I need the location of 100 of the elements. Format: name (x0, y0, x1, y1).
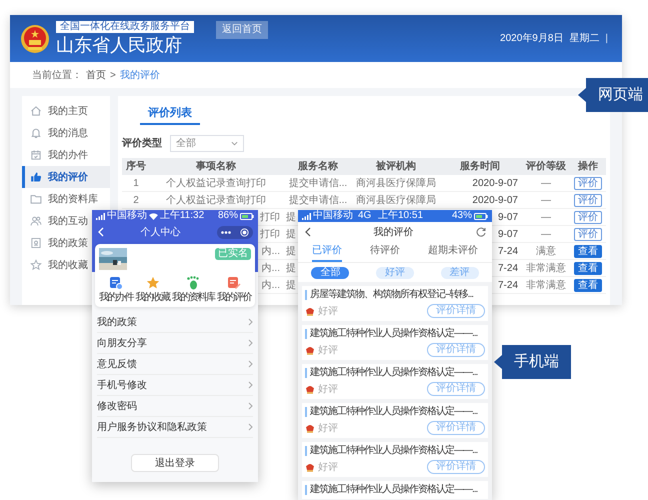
battery-text: 86% (218, 210, 238, 222)
review-card[interactable]: 建筑施工特种作业人员操作资格认定——... 好评 评价详情 (302, 442, 488, 477)
review-card[interactable]: 房屋等建筑物、构筑物所有权登记--转移... 好评 评价详情 (302, 286, 488, 321)
action-button[interactable]: 评价 (574, 176, 602, 190)
target-icon (240, 228, 249, 236)
menu-item[interactable]: 用户服务协议和隐私政策 (97, 417, 253, 438)
table-cell-text: 内... (262, 244, 280, 258)
shortcut-button[interactable]: 我的资料库 (172, 276, 214, 303)
emblem-icon (305, 346, 315, 354)
table-cell-text: 9-07 (498, 228, 518, 242)
review-card[interactable]: 建筑施工特种作业人员操作资格认定——... 好评 评价详情 (302, 403, 488, 438)
date-text: 2020年9月8日 (500, 32, 564, 46)
action-button[interactable]: 评价 (574, 228, 602, 240)
review-card[interactable]: 建筑施工特种作业人员操作资格认定——... 好评 评价详情 (302, 364, 488, 399)
screen-title: 个人中心 (140, 226, 182, 240)
people-icon (30, 215, 42, 227)
table-cell-text: 非常满意 (526, 278, 566, 292)
chevron-right-icon (248, 318, 253, 326)
clock-text: 上午10:51 (376, 210, 424, 222)
sidebar-item[interactable]: 我的互动 (22, 210, 90, 232)
signal-icon (96, 212, 105, 220)
menu-item[interactable]: 手机号修改 (97, 375, 253, 396)
chevron-right-icon (248, 423, 253, 431)
column-header: 服务名称 (296, 160, 339, 174)
table-cell-text: — (541, 228, 551, 242)
sidebar-item[interactable]: 我的政策 (22, 232, 90, 254)
table-cell-text: 打印 (260, 228, 280, 242)
divider-text: | (605, 32, 608, 46)
sidebar-item[interactable]: 我的主页 (22, 100, 90, 122)
filter-label: 评价类型 (122, 136, 162, 151)
table-cell-text: — (541, 176, 551, 190)
emblem-icon (305, 384, 315, 394)
table-cell-text: 提 (286, 244, 296, 258)
refresh-icon[interactable] (476, 227, 486, 237)
table-cell-text: 商河县医疗保障局 (356, 176, 436, 190)
table-cell-text: 提 (286, 262, 296, 276)
wifi-icon (149, 212, 158, 220)
shortcut-button[interactable]: 我的评价 (217, 276, 251, 303)
sidebar-item[interactable]: 我的办件 (22, 144, 90, 166)
column-header: 序号 (125, 159, 147, 174)
table-cell-text: 2020-9-07 (472, 176, 518, 190)
table-cell-text: — (541, 210, 551, 224)
platform-badge: 全国一体化在线政务服务平台 (56, 21, 194, 33)
shortcut-button[interactable]: 我的办件 (99, 276, 133, 303)
menu-item[interactable]: 我的政策 (97, 312, 253, 333)
screen-title: 我的评价 (372, 226, 414, 240)
breadcrumb-link[interactable]: 我的评价 (120, 68, 160, 82)
weekday-text: 星期二 (569, 32, 600, 46)
table-cell-text: 提交申请信... (288, 194, 348, 208)
sidebar-item[interactable]: 我的消息 (22, 122, 90, 144)
action-button[interactable]: 评价 (574, 210, 602, 224)
callout-label: 手机端 (494, 345, 571, 379)
menu-item[interactable]: 修改密码 (97, 396, 253, 417)
signal-icon (302, 212, 311, 220)
action-button[interactable]: 查看 (574, 244, 602, 258)
action-button[interactable]: 评价 (574, 194, 602, 206)
review-card[interactable]: 建筑施工特种作业人员操作资格认定——... 好评 评价详情 (302, 325, 488, 360)
menu-item[interactable]: 意见反馈 (97, 354, 253, 375)
filter-chip[interactable]: 全部 (311, 266, 350, 278)
table-cell-text: 个人权益记录查询打印 (166, 176, 266, 190)
emblem-icon (20, 24, 50, 54)
card-title: 建筑施工特种作业人员操作资格认定——... (310, 367, 478, 379)
verified-badge: 已实名 (215, 248, 251, 260)
sidebar-item[interactable]: 我的评价 (22, 166, 110, 188)
type-select[interactable]: 全部 (170, 135, 244, 152)
column-header: 被评机构 (374, 160, 417, 174)
site-title: 山东省人民政府 (56, 34, 182, 56)
tab[interactable]: 超期未评价 (428, 244, 478, 262)
clock-text: 上午11:32 (158, 210, 206, 222)
column-header: 操作 (576, 160, 599, 174)
sidebar-item[interactable]: 我的资料库 (22, 188, 100, 210)
column-header: 评价等级 (524, 160, 567, 174)
tab[interactable]: 评价列表 (140, 106, 200, 125)
table-cell-text: 商河县医疗保障局 (356, 194, 436, 208)
table-cell-text: 提 (286, 210, 296, 224)
breadcrumb-link[interactable]: 首页 (86, 68, 106, 82)
table-cell-text: 个人权益记录查询打印 (166, 194, 266, 208)
title-marker (305, 407, 307, 417)
table-cell-text: — (541, 194, 551, 208)
breadcrumb-label: 当前位置： (32, 68, 82, 82)
action-button[interactable]: 查看 (574, 278, 602, 292)
document-icon (227, 276, 241, 290)
shortcut-button[interactable]: 我的收藏 (136, 276, 170, 303)
capsule-button[interactable] (217, 226, 253, 238)
action-button[interactable]: 查看 (574, 262, 602, 274)
review-card[interactable]: 建筑施工特种作业人员操作资格认定——... (302, 481, 488, 499)
carrier-text: 中国移动 (313, 210, 353, 222)
back-icon[interactable] (304, 227, 311, 237)
title-marker (305, 485, 307, 495)
chevron-right-icon (248, 360, 253, 368)
card-title: 建筑施工特种作业人员操作资格认定——... (310, 406, 478, 418)
bell-icon (30, 127, 42, 139)
menu-item[interactable]: 向朋友分享 (97, 333, 253, 354)
logout-button[interactable]: 退出登录 (131, 454, 219, 472)
callout-label: 网页端 (578, 78, 648, 112)
sidebar-item[interactable]: 我的收藏 (22, 254, 90, 276)
rating-text: 好评 (318, 460, 338, 474)
breadcrumb-separator: > (110, 68, 116, 82)
table-cell-text: 1 (133, 176, 139, 190)
tab[interactable]: 待评价 (370, 244, 400, 262)
